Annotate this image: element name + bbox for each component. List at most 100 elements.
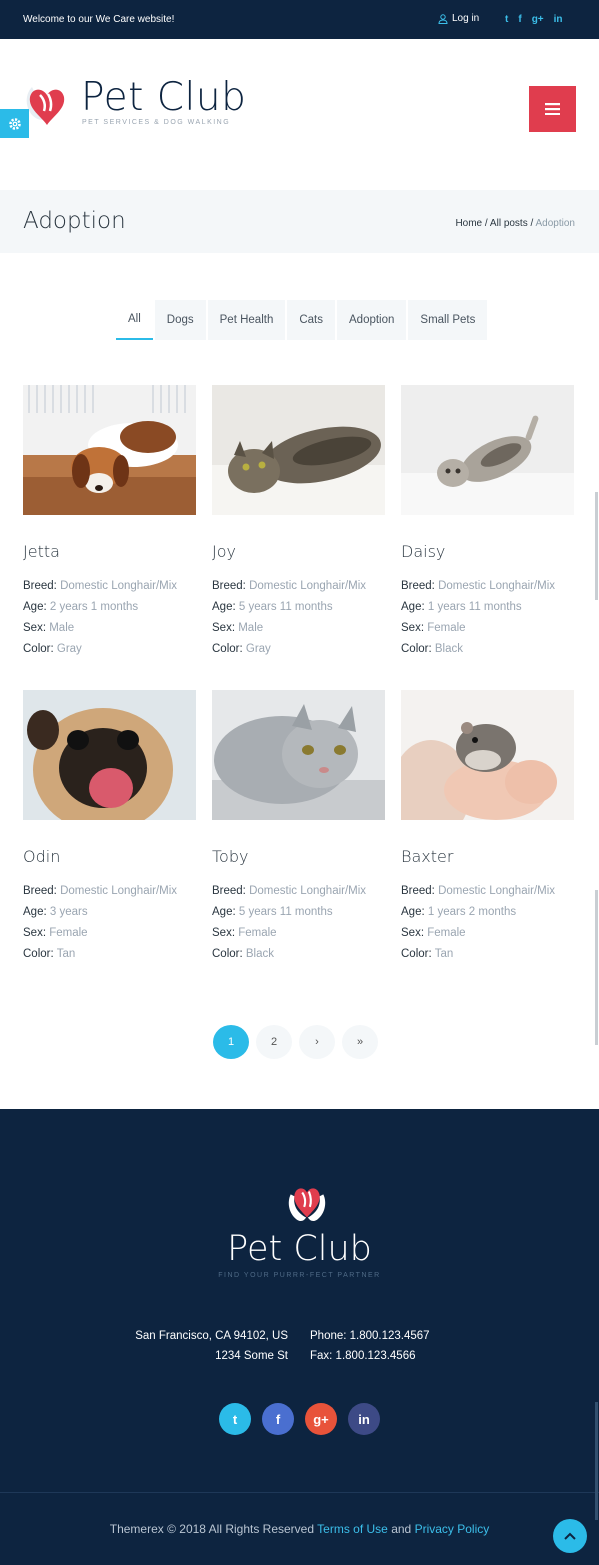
pet-details: Breed: Domestic Longhair/Mix Age: 1 year… bbox=[401, 576, 574, 660]
next-page-button[interactable]: › bbox=[299, 1025, 335, 1059]
age-label: Age: bbox=[23, 601, 47, 613]
filter-dogs[interactable]: Dogs bbox=[154, 300, 206, 340]
pet-breed: Domestic Longhair/Mix bbox=[60, 580, 178, 592]
pet-age: 3 years bbox=[49, 906, 88, 918]
age-label: Age: bbox=[23, 906, 47, 918]
breed-label: Breed: bbox=[23, 885, 57, 897]
pet-card: Odin Breed: Domestic Longhair/Mix Age: 3… bbox=[23, 690, 196, 965]
heart-logo-icon bbox=[288, 1188, 326, 1222]
pet-name[interactable]: Toby bbox=[212, 847, 385, 866]
pet-color: Gray bbox=[245, 643, 271, 655]
footer-logo-tagline: FIND YOUR PURRR-FECT PARTNER bbox=[218, 1272, 381, 1279]
heart-logo-icon[interactable] bbox=[22, 81, 72, 129]
settings-tab[interactable] bbox=[0, 109, 29, 138]
linkedin-icon[interactable]: in bbox=[554, 14, 563, 25]
breadcrumb-all-posts[interactable]: All posts bbox=[490, 218, 528, 229]
breed-label: Breed: bbox=[401, 580, 435, 592]
pet-name[interactable]: Baxter bbox=[401, 847, 574, 866]
color-label: Color: bbox=[23, 948, 54, 960]
pet-age: 2 years 1 months bbox=[49, 601, 139, 613]
pet-name[interactable]: Daisy bbox=[401, 542, 574, 561]
breed-label: Breed: bbox=[401, 885, 435, 897]
scroll-to-top-button[interactable] bbox=[553, 1519, 587, 1553]
pet-color: Black bbox=[245, 948, 275, 960]
footer-social-links: t f g+ in bbox=[219, 1403, 380, 1435]
copyright-notice: Themerex © 2018 All Rights Reserved bbox=[109, 1522, 315, 1536]
age-label: Age: bbox=[401, 601, 425, 613]
pet-color: Gray bbox=[56, 643, 82, 655]
twitter-icon[interactable]: t bbox=[219, 1403, 251, 1435]
filter-cats[interactable]: Cats bbox=[287, 300, 335, 340]
privacy-policy-link[interactable]: Privacy Policy bbox=[415, 1522, 490, 1536]
pet-details: Breed: Domestic Longhair/Mix Age: 1 year… bbox=[401, 881, 574, 965]
site-footer: Pet Club FIND YOUR PURRR-FECT PARTNER Sa… bbox=[0, 1109, 599, 1492]
filter-pet-health[interactable]: Pet Health bbox=[207, 300, 286, 340]
linkedin-icon[interactable]: in bbox=[348, 1403, 380, 1435]
scrollbar-thumb[interactable] bbox=[595, 890, 598, 1045]
pet-sex: Male bbox=[238, 622, 264, 634]
google-plus-icon[interactable]: g+ bbox=[305, 1403, 337, 1435]
pet-photo-pug[interactable] bbox=[23, 690, 196, 820]
top-bar: Welcome to our We Care website! Log in t… bbox=[0, 0, 599, 39]
footer-logo-title[interactable]: Pet Club bbox=[0, 1229, 599, 1269]
page-title: Adoption bbox=[23, 208, 126, 234]
page-1-button[interactable]: 1 bbox=[213, 1025, 249, 1059]
scrollbar-thumb[interactable] bbox=[595, 1402, 598, 1520]
sex-label: Sex: bbox=[212, 622, 236, 634]
filter-small-pets[interactable]: Small Pets bbox=[408, 300, 488, 340]
breadcrumb-home[interactable]: Home bbox=[455, 218, 482, 229]
filter-all[interactable]: All bbox=[116, 300, 153, 340]
chevron-up-icon bbox=[564, 1532, 576, 1540]
page-2-button[interactable]: 2 bbox=[256, 1025, 292, 1059]
pet-card: Baxter Breed: Domestic Longhair/Mix Age:… bbox=[401, 690, 574, 965]
pet-name[interactable]: Jetta bbox=[23, 542, 196, 561]
sex-label: Sex: bbox=[212, 927, 236, 939]
pet-breed: Domestic Longhair/Mix bbox=[60, 885, 178, 897]
age-label: Age: bbox=[401, 906, 425, 918]
pet-photo-grey-cat[interactable] bbox=[212, 690, 385, 820]
login-link[interactable]: Log in bbox=[438, 13, 479, 24]
breed-label: Breed: bbox=[212, 885, 246, 897]
footer-phone[interactable]: Phone: 1.800.123.4567 bbox=[310, 1326, 430, 1346]
pet-sex: Male bbox=[49, 622, 75, 634]
pet-card: Jetta Breed: Domestic Longhair/Mix Age: … bbox=[23, 385, 196, 660]
sex-label: Sex: bbox=[23, 622, 47, 634]
facebook-icon[interactable]: f bbox=[518, 14, 521, 25]
twitter-icon[interactable]: t bbox=[505, 14, 508, 25]
pet-name[interactable]: Odin bbox=[23, 847, 196, 866]
copyright-text: Themerex © 2018 All Rights Reserved Term… bbox=[0, 1522, 599, 1536]
footer-address: San Francisco, CA 94102, US 1234 Some St bbox=[135, 1326, 288, 1366]
color-label: Color: bbox=[212, 643, 243, 655]
pet-photo-beagle[interactable] bbox=[23, 385, 196, 515]
breed-label: Breed: bbox=[23, 580, 57, 592]
terms-of-use-link[interactable]: Terms of Use bbox=[317, 1522, 388, 1536]
pet-photo-tabby-cat[interactable] bbox=[212, 385, 385, 515]
scrollbar-thumb[interactable] bbox=[595, 492, 598, 600]
pet-breed: Domestic Longhair/Mix bbox=[438, 885, 556, 897]
login-label: Log in bbox=[452, 13, 480, 24]
sex-label: Sex: bbox=[23, 927, 47, 939]
pet-details: Breed: Domestic Longhair/Mix Age: 3 year… bbox=[23, 881, 196, 965]
pet-name[interactable]: Joy bbox=[212, 542, 385, 561]
pet-card: Toby Breed: Domestic Longhair/Mix Age: 5… bbox=[212, 690, 385, 965]
last-page-button[interactable]: » bbox=[342, 1025, 378, 1059]
color-label: Color: bbox=[212, 948, 243, 960]
site-header: Pet Club PET SERVICES & DOG WALKING bbox=[0, 39, 599, 190]
pet-color: Black bbox=[434, 643, 464, 655]
pet-age: 5 years 11 months bbox=[238, 601, 333, 613]
logo-title[interactable]: Pet Club bbox=[81, 75, 246, 120]
pet-age: 1 years 2 months bbox=[427, 906, 517, 918]
address-line-2: 1234 Some St bbox=[215, 1350, 288, 1362]
pet-breed: Domestic Longhair/Mix bbox=[249, 885, 367, 897]
facebook-icon[interactable]: f bbox=[262, 1403, 294, 1435]
google-plus-icon[interactable]: g+ bbox=[532, 14, 544, 25]
filter-adoption[interactable]: Adoption bbox=[337, 300, 407, 340]
color-label: Color: bbox=[23, 643, 54, 655]
pet-photo-hamster[interactable] bbox=[401, 690, 574, 820]
copyright-bar: Themerex © 2018 All Rights Reserved Term… bbox=[0, 1492, 599, 1565]
pet-photo-kitten[interactable] bbox=[401, 385, 574, 515]
sex-label: Sex: bbox=[401, 927, 425, 939]
menu-button[interactable] bbox=[529, 86, 576, 132]
pet-color: Tan bbox=[434, 948, 454, 960]
breadcrumb-separator: / bbox=[482, 218, 490, 229]
